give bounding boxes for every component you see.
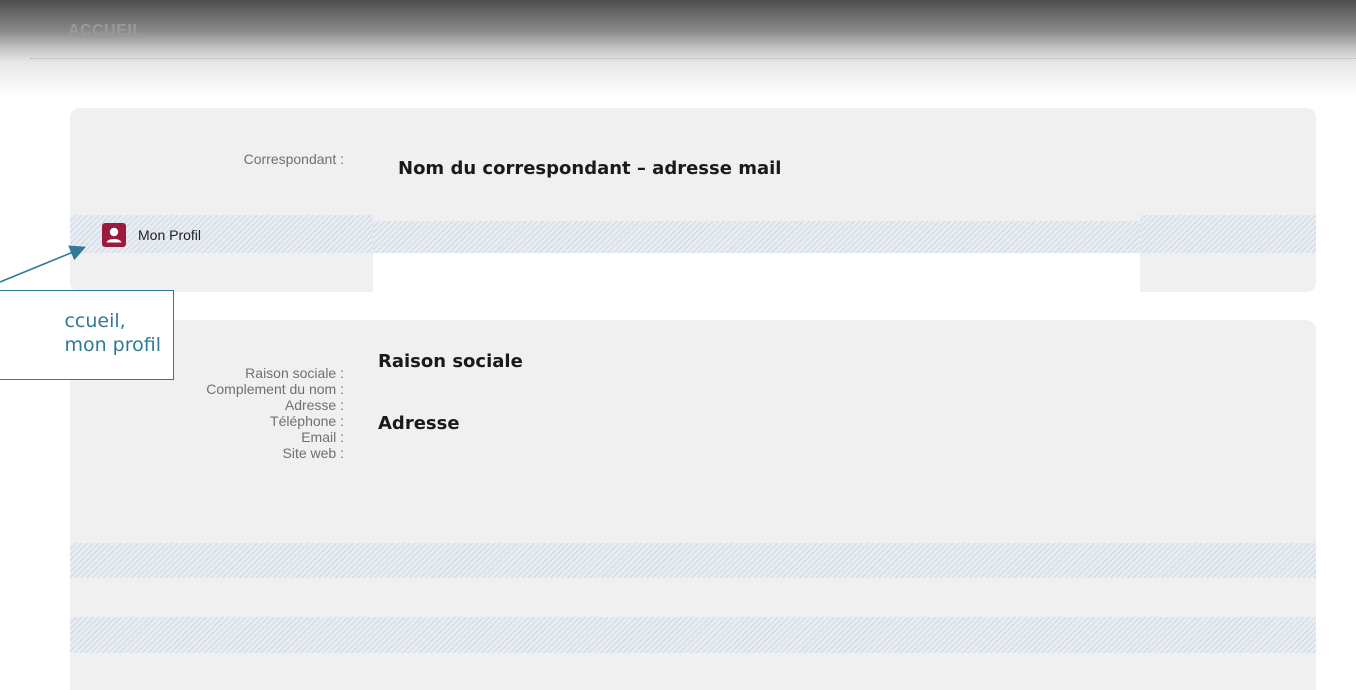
header-divider: [30, 58, 1356, 59]
page-header: ACCUEIL: [0, 0, 1356, 102]
page-title: ACCUEIL: [68, 22, 143, 39]
correspondant-label: Correspondant :: [243, 151, 344, 167]
raison-sociale-value: Raison sociale: [378, 351, 523, 372]
company-stripe-2: [70, 617, 1316, 653]
email-label: Email :: [301, 429, 344, 445]
mon-profil-link[interactable]: Mon Profil: [102, 223, 201, 247]
complement-nom-label: Complement du nom :: [206, 381, 344, 397]
site-web-label: Site web :: [282, 445, 344, 461]
telephone-label: Téléphone :: [270, 413, 344, 429]
adresse-value: Adresse: [378, 413, 460, 434]
company-stripe-1: [70, 543, 1316, 578]
annotation-line-2: mon profil: [64, 334, 161, 356]
profile-stripe-right: [1140, 215, 1316, 253]
annotation-line-1: ccueil,: [64, 310, 126, 332]
annotation-text: ccueil, mon profil: [64, 309, 161, 357]
raison-sociale-label: Raison sociale :: [245, 365, 344, 381]
card-gap: [373, 253, 1140, 317]
user-badge-icon: [102, 223, 126, 247]
annotation-callout: ccueil, mon profil: [0, 290, 174, 380]
adresse-label: Adresse :: [284, 397, 344, 413]
correspondant-value: Nom du correspondant – adresse mail: [398, 158, 782, 179]
mon-profil-label: Mon Profil: [138, 227, 202, 243]
profile-stripe-middle: [373, 221, 1140, 253]
